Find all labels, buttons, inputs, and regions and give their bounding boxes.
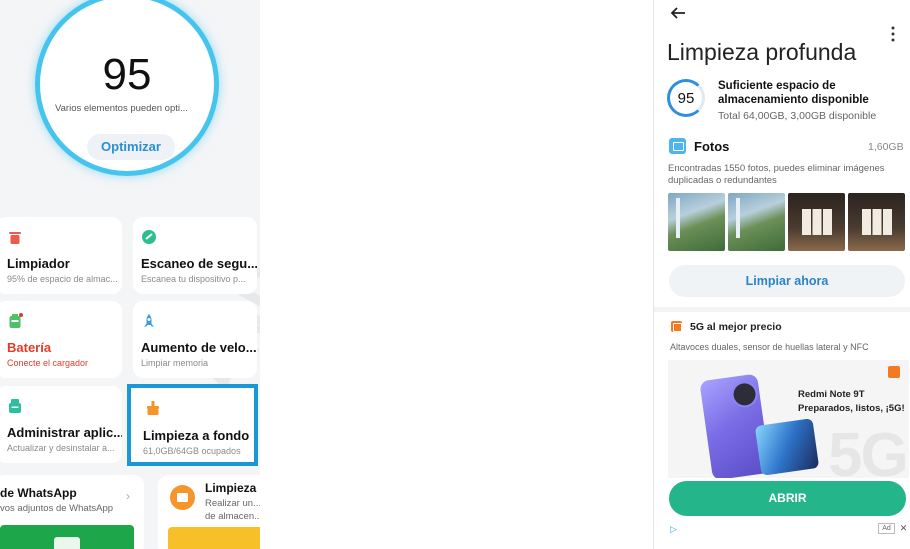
photo-thumbnail[interactable]	[848, 193, 905, 251]
whatsapp-thumbnail	[0, 525, 134, 549]
card-title: Aumento de velo...	[141, 340, 257, 355]
card-subtitle: Actualizar y desinstalar a...	[7, 443, 115, 453]
score-value: 95	[102, 50, 152, 99]
ad-title: 5G al mejor precio	[690, 321, 782, 333]
photos-icon	[669, 138, 686, 154]
adchoices-icon[interactable]: ▷	[670, 525, 678, 534]
chevron-right-icon: ›	[126, 489, 130, 503]
security-app-home: ANDRO 95 Varios elementos pueden opti...…	[0, 0, 260, 549]
deep-clean-promo-card[interactable]: Limpieza Realizar un... de almacen...	[158, 475, 260, 549]
deep-clean-card[interactable]: Limpieza a fondo 61,0GB/64GB ocupados	[127, 384, 258, 466]
card-subtitle: vos adjuntos de WhatsApp	[0, 503, 114, 514]
photos-title: Fotos	[694, 139, 730, 154]
close-icon[interactable]: ✕	[898, 523, 909, 534]
card-title: de WhatsApp	[0, 486, 77, 500]
battery-card[interactable]: Batería Conecte el cargador	[0, 301, 122, 378]
card-subtitle: Limpiar memoria	[141, 358, 209, 368]
mi-logo-icon	[671, 321, 682, 332]
battery-icon	[9, 313, 23, 328]
score-description: Varios elementos pueden opti...	[55, 103, 188, 114]
storage-summary: Total 64,00GB, 3,00GB disponible	[718, 110, 877, 122]
card-subtitle: Conecte el cargador	[7, 358, 89, 368]
promo-thumbnail	[168, 527, 260, 549]
ad-banner[interactable]: 5G Redmi Note 9T Preparados, listos, ¡5G…	[668, 360, 909, 478]
card-subtitle: Realizar un... de almacen...	[205, 498, 260, 522]
score-value: 95	[677, 90, 695, 107]
ad-background-graphic: 5G	[828, 421, 909, 478]
cleaner-card[interactable]: Limpiador 95% de espacio de almac...	[0, 217, 122, 294]
security-scan-card[interactable]: Escaneo de segu... Escanea tu dispositiv…	[133, 217, 257, 294]
apps-icon	[9, 399, 21, 413]
card-title: Administrar aplic...	[7, 425, 122, 440]
divider	[654, 307, 910, 312]
broom-icon	[147, 401, 159, 415]
ad-tagline: Preparados, listos, ¡5G!	[798, 403, 905, 414]
deep-clean-screen: Limpieza profunda 95 Suficiente espacio …	[653, 0, 910, 549]
speed-boost-card[interactable]: Aumento de velo... Limpiar memoria	[133, 301, 257, 378]
rocket-icon	[144, 314, 154, 327]
photos-size: 1,60GB	[868, 141, 904, 153]
photo-thumbnail[interactable]	[728, 193, 785, 251]
card-subtitle: Escanea tu dispositivo p...	[141, 274, 246, 284]
ad-product-name: Redmi Note 9T	[798, 389, 865, 400]
back-arrow-icon[interactable]	[668, 3, 688, 23]
card-subtitle: 95% de espacio de almac...	[7, 274, 118, 284]
card-subtitle: 61,0GB/64GB ocupados	[143, 446, 241, 456]
card-title: Batería	[7, 340, 52, 355]
card-title: Limpieza	[205, 481, 257, 495]
whatsapp-clean-card[interactable]: de WhatsApp vos adjuntos de WhatsApp ›	[0, 475, 144, 549]
photos-description: Encontradas 1550 fotos, puedes eliminar …	[668, 163, 885, 186]
manage-apps-card[interactable]: Administrar aplic... Actualizar y desins…	[0, 386, 122, 463]
shield-scan-icon	[142, 230, 156, 244]
page-title: Limpieza profunda	[667, 39, 857, 65]
score-badge: 95	[667, 79, 705, 117]
more-options-icon[interactable]	[890, 26, 896, 42]
storage-status: Suficiente espacio de almacenamiento dis…	[718, 80, 869, 106]
trash-icon	[9, 232, 21, 244]
optimize-button[interactable]: Optimizar	[87, 134, 175, 160]
photo-thumbnail[interactable]	[788, 193, 845, 251]
mi-logo-icon	[888, 366, 900, 378]
clean-now-button[interactable]: Limpiar ahora	[669, 265, 905, 297]
open-button[interactable]: ABRIR	[669, 481, 906, 516]
broom-icon	[170, 485, 195, 510]
ad-label: Ad	[878, 523, 895, 534]
card-title: Limpiador	[7, 256, 70, 271]
card-title: Limpieza a fondo	[143, 428, 250, 443]
phone-image	[754, 418, 820, 476]
photo-thumbnail[interactable]	[668, 193, 725, 251]
card-title: Escaneo de segu...	[141, 256, 257, 271]
ad-description: Altavoces duales, sensor de huellas late…	[670, 342, 869, 352]
score-circle[interactable]: 95 Varios elementos pueden opti... Optim…	[35, 0, 219, 176]
